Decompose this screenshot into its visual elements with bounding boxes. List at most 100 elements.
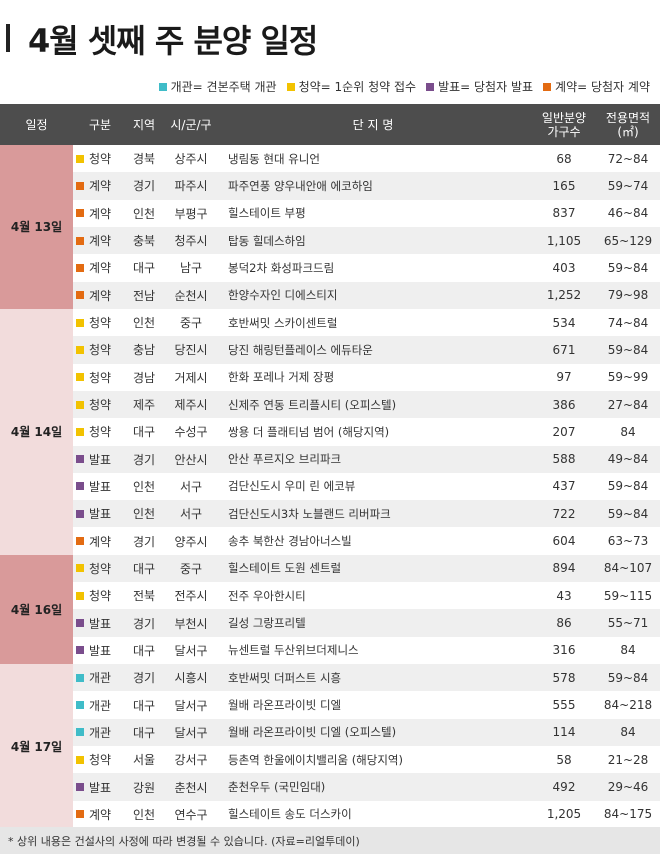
region-cell: 대구 [132,561,156,576]
table-row: 청약 경남 거제시 한화 포레나 거제 장평 97 59~99 [0,363,660,391]
units-cell: 114 [552,725,576,740]
complex-name-cell: 월배 라온프라이빗 디엘 (오피스텔) [228,725,397,740]
date-cell: 4월 17일 [0,664,73,828]
type-label: 계약 [89,261,112,276]
complex-name-cell: 쌍용 더 플래티넘 범어 (해당지역) [228,424,390,439]
table-row: 계약 인천 연수구 힐스테이트 송도 더스카이 1,205 84~175 [0,800,660,828]
table-row: 개관 경기 시흥시 호반써밋 더퍼스트 시흥 578 59~84 [0,664,660,692]
region-cell: 인천 [132,316,156,331]
units-cell: 1,105 [546,233,582,248]
area-cell: 59~84 [607,670,649,685]
area-cell: 59~84 [607,479,649,494]
type-square-icon [76,291,84,300]
units-cell: 86 [556,616,572,631]
region-cell: 경기 [132,179,156,194]
date-cell: 4월 16일 [0,554,73,665]
city-cell: 중구 [179,561,203,576]
legend-label: 계약= 당첨자 계약 [555,80,650,94]
table-row: 발표 경기 부천시 길성 그랑프리텔 86 55~71 [0,609,660,637]
date-cell: 4월 13일 [0,145,73,309]
area-cell: 49~84 [607,452,649,467]
units-cell: 588 [552,452,576,467]
type-label: 발표 [89,643,112,658]
units-cell: 1,205 [546,807,582,822]
type-square-icon [76,263,84,272]
units-cell: 97 [556,370,572,385]
region-cell: 경기 [132,452,156,467]
type-cell: 발표 [76,500,124,527]
type-cell: 발표 [76,773,124,800]
type-square-icon [76,810,84,819]
units-cell: 578 [552,670,576,685]
type-square-icon [76,783,84,792]
table-row: 계약 전남 순천시 한양수자인 디에스티지 1,252 79~98 [0,281,660,309]
type-cell: 청약 [76,336,124,363]
type-label: 계약 [89,534,112,549]
legend-item-announce: 발표= 당첨자 발표 [426,78,533,95]
header-units-line2: 가구수 [547,124,581,139]
table-row: 발표 대구 달서구 뉴센트럴 두산위브더제니스 316 84 [0,636,660,665]
type-label: 개관 [89,671,112,686]
type-square-icon [76,673,84,682]
area-cell: 59~84 [607,260,649,275]
type-cell: 개관 [76,691,124,718]
table-row: 개관 대구 달서구 월배 라온프라이빗 디엘 555 84~218 [0,691,660,719]
complex-name-cell: 춘천우두 (국민임대) [228,780,326,795]
region-cell: 대구 [132,261,156,276]
region-cell: 전남 [132,288,156,303]
type-cell: 발표 [76,637,124,664]
type-cell: 발표 [76,473,124,500]
type-cell: 개관 [76,719,124,746]
type-square-icon [76,400,84,409]
region-cell: 대구 [132,725,156,740]
region-cell: 인천 [132,807,156,822]
type-square-icon [76,209,84,218]
city-cell: 제주시 [174,398,208,413]
type-cell: 발표 [76,446,124,473]
complex-name-cell: 파주연풍 양우내안애 에코하임 [228,178,373,193]
city-cell: 서구 [179,507,203,522]
type-cell: 계약 [76,254,124,281]
type-label: 개관 [89,725,112,740]
table-row: 청약 경북 상주시 냉림동 현대 유니언 68 72~84 [0,145,660,173]
complex-name-cell: 한양수자인 디에스티지 [228,288,338,303]
orange-square-icon [543,82,552,91]
city-cell: 수성구 [174,425,208,440]
complex-name-cell: 냉림동 현대 유니언 [228,151,320,166]
type-cell: 청약 [76,364,124,391]
complex-name-cell: 한화 포레나 거제 장평 [228,370,335,385]
area-cell: 46~84 [607,206,649,221]
region-cell: 제주 [132,398,156,413]
area-cell: 59~84 [607,342,649,357]
units-cell: 68 [556,151,572,166]
type-cell: 청약 [76,391,124,418]
type-square-icon [76,345,84,354]
region-cell: 충남 [132,343,156,358]
header-date: 일정 [25,117,48,132]
city-cell: 양주시 [174,534,208,549]
type-label: 발표 [89,780,112,795]
header-area-line1: 전용면적 [605,110,651,125]
complex-name-cell: 전주 우아한시티 [228,588,306,603]
teal-square-icon [158,82,167,91]
header-area: 전용면적 (㎡) [596,104,660,145]
complex-name-cell: 힐스테이트 송도 더스카이 [228,807,352,822]
units-cell: 894 [552,561,576,576]
table-row: 발표 인천 서구 검단신도시3차 노블랜드 리버파크 722 59~84 [0,500,660,528]
city-cell: 거제시 [174,370,208,385]
type-square-icon [76,701,84,710]
header-type: 구분 [88,117,112,132]
type-square-icon [76,455,84,464]
table-row: 개관 대구 달서구 월배 라온프라이빗 디엘 (오피스텔) 114 84 [0,718,660,747]
complex-name-cell: 봉덕2차 화성파크드림 [228,260,335,275]
city-cell: 춘천시 [174,780,208,795]
type-label: 개관 [89,698,112,713]
date-cell: 4월 14일 [0,308,73,555]
region-cell: 인천 [132,479,156,494]
table-row: 계약 경기 양주시 송추 북한산 경남아너스빌 604 63~73 [0,527,660,555]
legend-label: 청약= 1순위 청약 접수 [298,80,417,94]
complex-name-cell: 송추 북한산 경남아너스빌 [228,534,352,549]
area-cell: 27~84 [607,397,649,412]
region-cell: 경남 [132,370,156,385]
area-cell: 84 [620,424,636,439]
